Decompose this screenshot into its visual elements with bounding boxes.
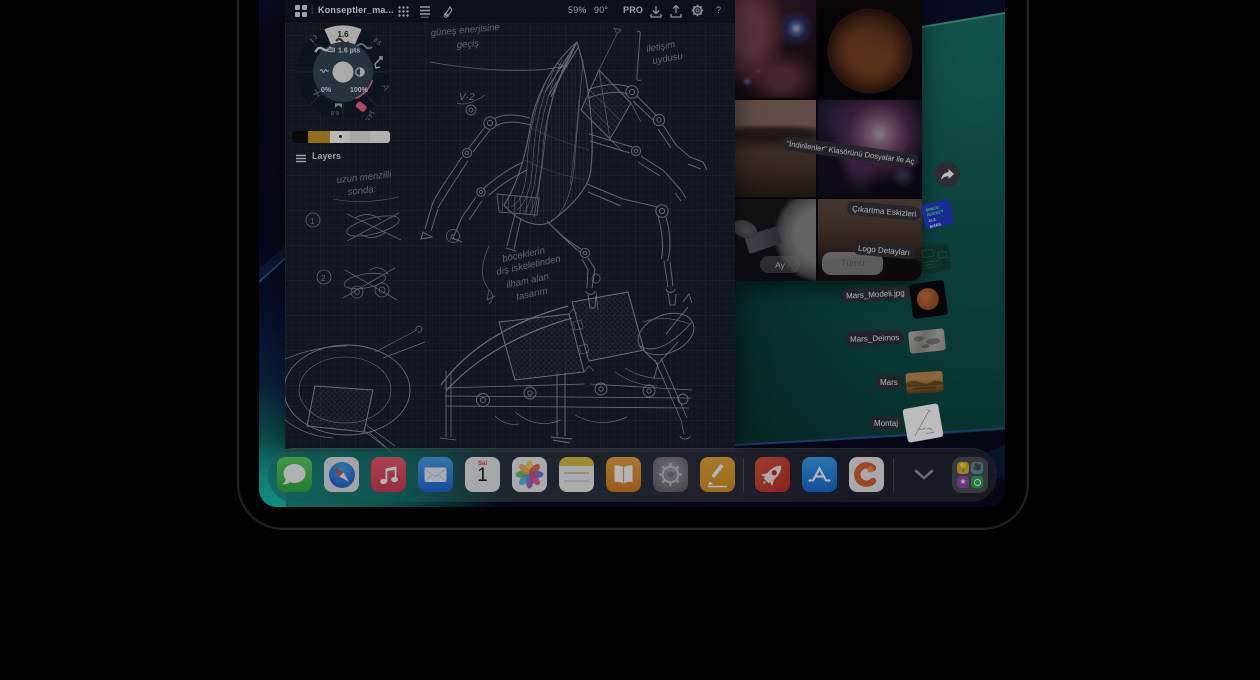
svg-text:V·2: V·2 bbox=[459, 92, 475, 103]
svg-text:0%: 0% bbox=[321, 87, 332, 94]
svg-text:güneş enerjisine: güneş enerjisine bbox=[430, 22, 500, 39]
svg-text:2: 2 bbox=[321, 274, 326, 283]
svg-text:100%: 100% bbox=[350, 87, 369, 94]
svg-text:1.6: 1.6 bbox=[337, 30, 349, 39]
svg-text:sonda:: sonda: bbox=[347, 184, 377, 198]
svg-text:uzun menzilli: uzun menzilli bbox=[336, 169, 393, 186]
svg-text:6.8: 6.8 bbox=[330, 109, 339, 115]
svg-text:geçiş: geçiş bbox=[456, 38, 479, 51]
svg-text:1.6 pts: 1.6 pts bbox=[338, 48, 360, 55]
svg-text:1: 1 bbox=[310, 217, 315, 226]
